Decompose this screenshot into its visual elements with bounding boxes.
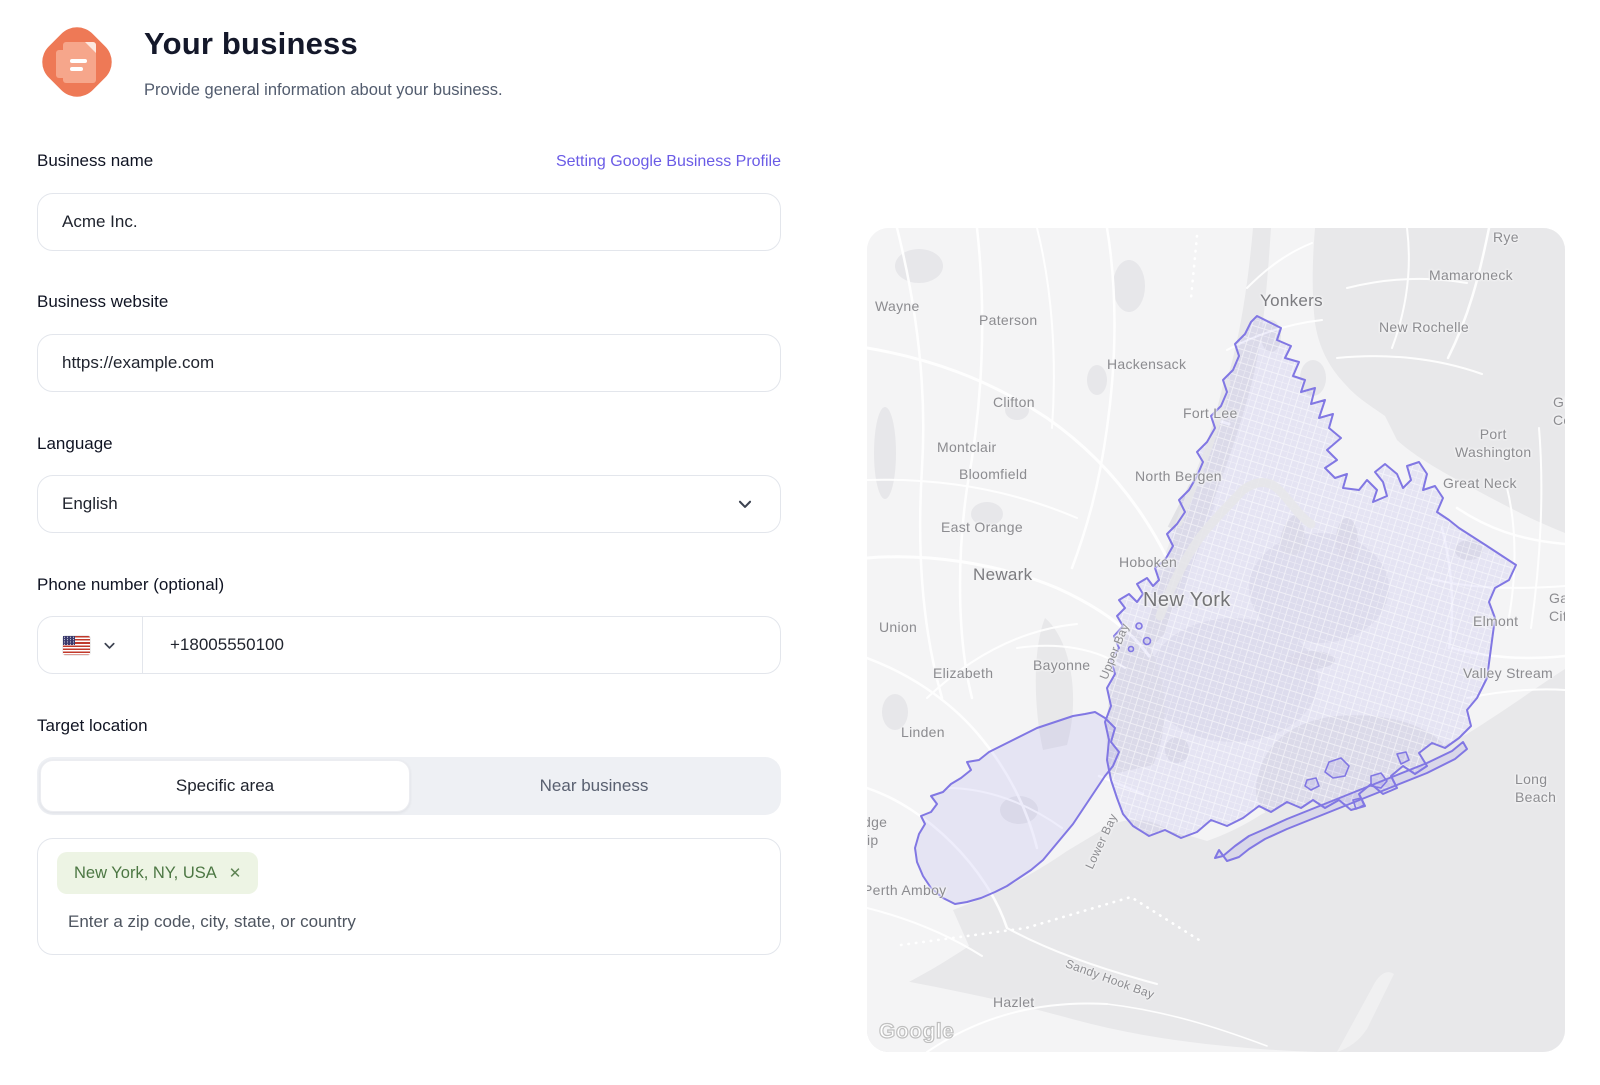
map[interactable]: WaynePatersonHackensackCliftonFort LeeMo… [867,228,1565,1052]
business-name-label: Business name [37,151,153,171]
country-code-selector[interactable] [38,617,143,673]
business-form: Business name Setting Google Business Pr… [37,0,781,1085]
target-location-label: Target location [37,716,148,736]
map-canvas [867,228,1565,1052]
tab-specific-area[interactable]: Specific area [40,760,410,812]
google-logo[interactable]: Google [879,1020,954,1044]
business-name-input[interactable] [37,193,781,251]
tab-near-business[interactable]: Near business [410,760,778,812]
location-input[interactable] [66,911,750,933]
us-flag-icon [63,636,90,655]
location-tag: New York, NY, USA ✕ [57,852,258,894]
chevron-down-icon [102,638,117,653]
location-tag-label: New York, NY, USA [74,864,217,883]
remove-location-icon[interactable]: ✕ [229,866,242,881]
language-select[interactable]: English [37,475,781,533]
business-website-input[interactable] [37,334,781,392]
chevron-down-icon [736,495,754,513]
phone-input[interactable] [143,635,780,655]
phone-label: Phone number (optional) [37,575,224,595]
language-label: Language [37,434,113,454]
target-location-tabs: Specific area Near business [37,757,781,815]
language-value: English [62,494,118,514]
google-business-profile-link[interactable]: Setting Google Business Profile [556,153,781,171]
phone-field [37,616,781,674]
business-website-label: Business website [37,292,168,312]
location-search-box[interactable]: New York, NY, USA ✕ [37,838,781,955]
